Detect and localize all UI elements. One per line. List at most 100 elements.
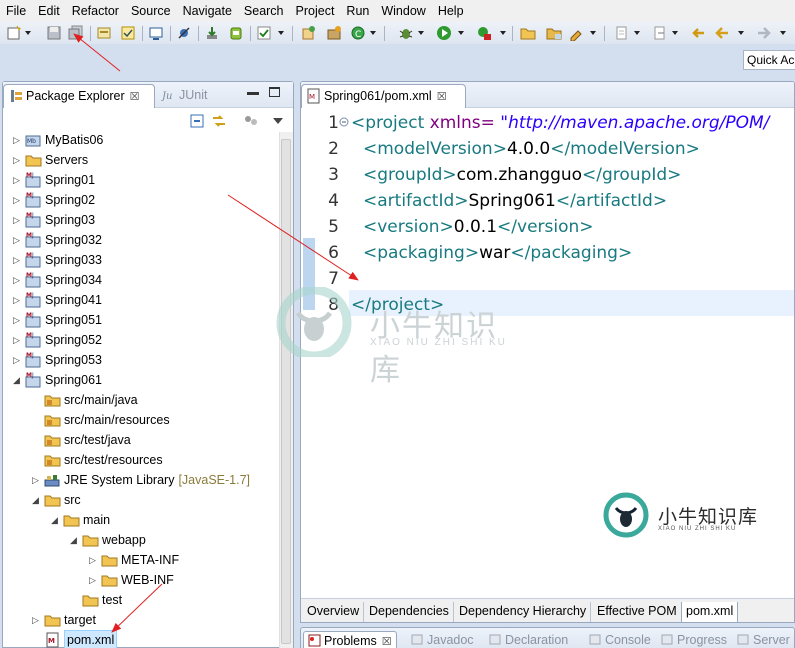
editor-page-tab[interactable]: Dependencies — [365, 602, 454, 622]
tree-item[interactable]: ▷ M J Spring01 — [3, 170, 279, 190]
tree-expand-icon[interactable]: ▷ — [13, 290, 23, 310]
tree-expand-icon[interactable]: ▷ — [13, 190, 23, 210]
tree-item[interactable]: ▷ JRE System Library [JavaSE-1.7] — [3, 470, 279, 490]
bottom-tab-javadoc[interactable]: Javadoc — [409, 631, 474, 648]
close-icon[interactable]: ☒ — [437, 91, 447, 103]
task-dropdown-icon[interactable] — [278, 31, 284, 35]
menu-source[interactable]: Source — [125, 0, 177, 22]
tree-expand-icon[interactable]: ▷ — [13, 250, 23, 270]
save-all-icon[interactable] — [68, 25, 84, 41]
tree-item[interactable]: ▷ M J Spring033 — [3, 250, 279, 270]
editor-page-tab[interactable]: Overview — [303, 602, 365, 622]
annotation-icon[interactable] — [614, 25, 630, 41]
tree-item[interactable]: src/main/java — [3, 390, 279, 410]
tree-item[interactable]: ▷ M J Spring052 — [3, 330, 279, 350]
tree-expand-icon[interactable]: ▷ — [89, 550, 99, 570]
tree-expand-icon[interactable]: ▷ — [32, 610, 42, 630]
menu-window[interactable]: Window — [375, 0, 431, 22]
tree-item[interactable]: ▷ WEB-INF — [3, 570, 279, 590]
new-wizard-icon[interactable] — [6, 25, 22, 41]
editor-page-tab[interactable]: pom.xml — [681, 602, 739, 622]
tree-item[interactable]: ▷ META-INF — [3, 550, 279, 570]
quick-access-input[interactable]: Quick Ac — [743, 50, 795, 70]
menu-navigate[interactable]: Navigate — [177, 0, 238, 22]
tree-collapse-icon[interactable]: ◢ — [51, 510, 61, 530]
tree-expand-icon[interactable]: ▷ — [89, 570, 99, 590]
tree-item[interactable]: src/test/java — [3, 430, 279, 450]
tree-item[interactable]: Mpom.xml — [3, 630, 279, 648]
tree-item[interactable]: ▷ M J Spring053 — [3, 350, 279, 370]
menu-search[interactable]: Search — [238, 0, 290, 22]
bottom-tab-server[interactable]: Server — [735, 631, 790, 648]
tree-item[interactable]: ▷ M J Spring02 — [3, 190, 279, 210]
tree-item[interactable]: ▷ M J Spring051 — [3, 310, 279, 330]
collapse-all-icon[interactable] — [189, 113, 205, 129]
pen-tool-icon[interactable] — [568, 25, 584, 41]
tree-expand-icon[interactable]: ▷ — [13, 210, 23, 230]
run-external-icon[interactable] — [476, 25, 492, 41]
tree-collapse-icon[interactable]: ◢ — [32, 490, 42, 510]
bottom-tab-declaration[interactable]: Declaration — [487, 631, 568, 648]
next-annotation-icon[interactable] — [652, 25, 668, 41]
tree-expand-icon[interactable]: ▷ — [32, 470, 42, 490]
save-icon[interactable] — [46, 25, 62, 41]
tree-item[interactable]: ◢ src — [3, 490, 279, 510]
new-class-dropdown-icon[interactable] — [370, 31, 376, 35]
tree-item[interactable]: src/test/resources — [3, 450, 279, 470]
open-type-icon[interactable] — [96, 25, 112, 41]
tree-item[interactable]: ▷ M J Spring032 — [3, 230, 279, 250]
menu-run[interactable]: Run — [340, 0, 375, 22]
open-folder-icon[interactable] — [546, 25, 562, 41]
new-java-project-icon[interactable] — [300, 25, 316, 41]
tree-item[interactable]: ◢ main — [3, 510, 279, 530]
menu-file[interactable]: File — [0, 0, 32, 22]
open-task-icon[interactable] — [120, 25, 136, 41]
forward-icon[interactable] — [756, 25, 772, 41]
link-with-editor-icon[interactable] — [211, 113, 227, 129]
tree-collapse-icon[interactable]: ◢ — [70, 530, 80, 550]
bottom-tab-console[interactable]: Console — [587, 631, 651, 648]
tree-item[interactable]: ▷ M J Spring03 — [3, 210, 279, 230]
open-project-icon[interactable] — [520, 25, 536, 41]
minimize-icon[interactable] — [247, 92, 259, 95]
menu-project[interactable]: Project — [290, 0, 341, 22]
tab-pom-xml[interactable]: M Spring061/pom.xml ☒ — [301, 84, 466, 108]
forward-dropdown-icon[interactable] — [780, 31, 786, 35]
console-icon[interactable] — [148, 25, 164, 41]
debug-icon[interactable] — [398, 25, 414, 41]
menu-help[interactable]: Help — [432, 0, 470, 22]
new-package-icon[interactable] — [326, 25, 342, 41]
vertical-scrollbar-thumb[interactable] — [281, 139, 291, 644]
run-external-dropdown-icon[interactable] — [500, 31, 506, 35]
tree-item[interactable]: ◢ webapp — [3, 530, 279, 550]
bottom-tab-progress[interactable]: Progress — [659, 631, 727, 648]
tree-expand-icon[interactable]: ▷ — [13, 270, 23, 290]
tree-expand-icon[interactable]: ▷ — [13, 132, 23, 150]
tree-item[interactable]: ▷ Mb MyBatis06 — [3, 132, 279, 150]
last-edit-icon[interactable] — [690, 25, 706, 41]
annotation-dropdown-icon[interactable] — [634, 31, 640, 35]
editor-page-tab[interactable]: Dependency Hierarchy — [455, 602, 592, 622]
tree-expand-icon[interactable]: ▷ — [13, 350, 23, 370]
editor-page-tab[interactable]: Effective POM — [593, 602, 682, 622]
back-dropdown-icon[interactable] — [738, 31, 744, 35]
tree-item[interactable]: src/main/resources — [3, 410, 279, 430]
back-icon[interactable] — [714, 25, 730, 41]
view-menu-icon[interactable] — [243, 113, 259, 129]
debug-dropdown-icon[interactable] — [418, 31, 424, 35]
new-dropdown-icon[interactable] — [25, 31, 31, 35]
android-sdk-icon[interactable] — [228, 25, 244, 41]
bottom-tab-problems[interactable]: Problems ☒ — [303, 631, 397, 648]
menu-refactor[interactable]: Refactor — [66, 0, 125, 22]
fold-collapse-icon[interactable] — [339, 116, 349, 127]
tree-item[interactable]: ▷ target — [3, 610, 279, 630]
run-icon[interactable] — [436, 25, 452, 41]
maximize-icon[interactable] — [269, 87, 280, 97]
tab-package-explorer[interactable]: Package Explorer ☒ — [3, 84, 155, 108]
close-icon[interactable]: ☒ — [130, 91, 140, 103]
download-icon[interactable] — [204, 25, 220, 41]
tree-expand-icon[interactable]: ▷ — [13, 170, 23, 190]
pen-dropdown-icon[interactable] — [590, 31, 596, 35]
skip-breakpoints-icon[interactable] — [176, 25, 192, 41]
next-annotation-dropdown-icon[interactable] — [672, 31, 678, 35]
